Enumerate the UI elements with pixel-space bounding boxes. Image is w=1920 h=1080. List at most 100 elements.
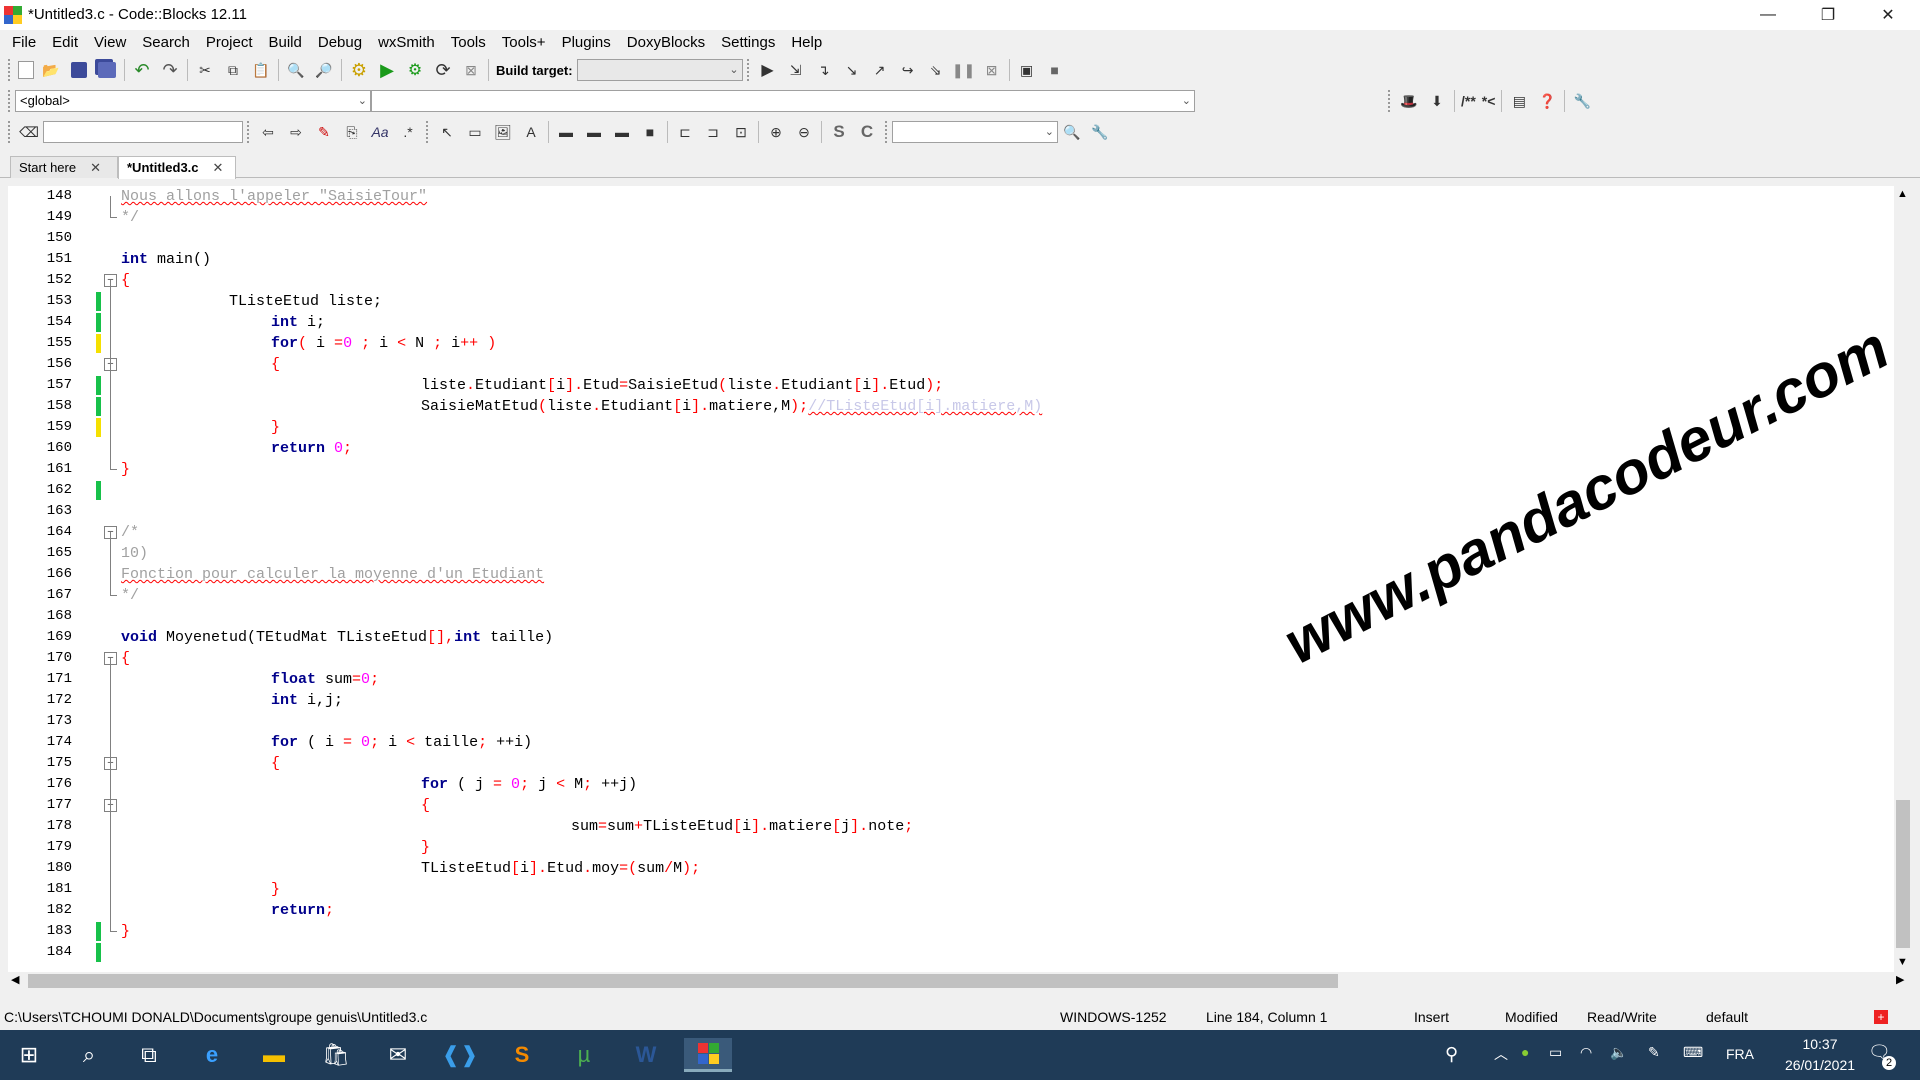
replace-icon[interactable]: 🔎 <box>313 59 335 81</box>
search-go-icon[interactable]: 🔍 <box>1061 121 1083 143</box>
zoom-in-icon[interactable]: ⊕ <box>765 121 787 143</box>
pointer-icon[interactable]: ↖ <box>436 121 458 143</box>
paste-icon[interactable]: 📋 <box>250 59 272 81</box>
new-file-icon[interactable] <box>18 61 34 79</box>
pause-icon[interactable]: ❚❚ <box>952 59 975 81</box>
selected-text-icon[interactable]: ⎘ <box>341 121 363 143</box>
menu-settings[interactable]: Settings <box>713 34 783 51</box>
wxs-button-icon[interactable]: ▬ <box>555 121 577 143</box>
task-view-icon[interactable]: ⧉ <box>132 1038 166 1072</box>
people-icon[interactable]: ⚲ <box>1445 1044 1458 1065</box>
wxs-button3-icon[interactable]: ▬ <box>611 121 633 143</box>
step-into-icon[interactable]: ↘ <box>841 59 863 81</box>
save-icon[interactable] <box>68 59 90 81</box>
build-gear-icon[interactable]: ⚙ <box>348 59 370 81</box>
utorrent-icon[interactable]: µ <box>567 1038 601 1072</box>
vertical-scroll-thumb[interactable] <box>1896 800 1910 948</box>
file-explorer-icon[interactable]: ▬ <box>257 1038 291 1072</box>
stop-debug-icon[interactable]: ⊠ <box>981 59 1003 81</box>
debug-windows-icon[interactable]: ▣ <box>1016 59 1038 81</box>
regex-icon[interactable]: .* <box>397 121 419 143</box>
rebuild-icon[interactable]: ⟳ <box>432 59 454 81</box>
horizontal-scroll-thumb[interactable] <box>28 974 1338 988</box>
menu-build[interactable]: Build <box>261 34 310 51</box>
sublime-icon[interactable]: S <box>505 1038 539 1072</box>
menu-view[interactable]: View <box>86 34 134 51</box>
debug-start-icon[interactable]: ▶ <box>757 59 779 81</box>
run-to-cursor-icon[interactable]: ⇲ <box>785 59 807 81</box>
menu-help[interactable]: Help <box>783 34 830 51</box>
jump-c-button[interactable]: C <box>856 121 878 143</box>
wxs-box-icon[interactable]: ■ <box>639 121 661 143</box>
step-out-icon[interactable]: ↗ <box>869 59 891 81</box>
doxywizard-icon[interactable]: 🎩 <box>1398 90 1420 112</box>
block-comment-button[interactable]: /** <box>1461 90 1476 112</box>
next-instruction-icon[interactable]: ↪ <box>897 59 919 81</box>
menu-search[interactable]: Search <box>134 34 198 51</box>
tray-app-icon[interactable]: ● <box>1521 1044 1529 1060</box>
step-into-instruction-icon[interactable]: ⇘ <box>925 59 947 81</box>
menu-plugins[interactable]: Plugins <box>554 34 619 51</box>
redo-icon[interactable]: ↷ <box>159 59 181 81</box>
highlight-icon[interactable]: ✎ <box>313 121 335 143</box>
horizontal-scrollbar[interactable]: ◀ ▶ <box>8 972 1912 990</box>
match-case-icon[interactable]: Aa <box>369 121 391 143</box>
open-file-icon[interactable]: 📂 <box>40 59 62 81</box>
extract-docs-icon[interactable]: ⬇ <box>1426 90 1448 112</box>
volume-icon[interactable]: 🔈 <box>1610 1044 1627 1061</box>
store-icon[interactable]: 🛍 <box>319 1038 353 1072</box>
undo-icon[interactable]: ↶ <box>131 59 153 81</box>
scroll-left-icon[interactable]: ◀ <box>11 973 19 986</box>
menu-doxyblocks[interactable]: DoxyBlocks <box>619 34 713 51</box>
scope-select[interactable]: <global> ⌄ <box>15 90 371 112</box>
run-icon[interactable]: ▶ <box>376 59 398 81</box>
close-status-icon[interactable]: + <box>1874 1010 1888 1024</box>
scroll-up-icon[interactable]: ▲ <box>1897 188 1908 200</box>
jump-s-button[interactable]: S <box>828 121 850 143</box>
find-icon[interactable]: 🔍 <box>285 59 307 81</box>
line-comment-button[interactable]: *< <box>1482 90 1496 112</box>
search-icon[interactable]: ⌕ <box>72 1038 106 1072</box>
tab-close-icon[interactable]: ✕ <box>213 160 224 175</box>
battery-icon[interactable]: ▭ <box>1549 1044 1562 1061</box>
pen-icon[interactable]: ✎ <box>1648 1044 1660 1061</box>
code-area[interactable]: Nous allons l'appeler "SaisieTour" */ in… <box>121 186 1894 972</box>
cut-icon[interactable]: ✂ <box>194 59 216 81</box>
tab-start-here[interactable]: Start here ✕ <box>10 156 118 178</box>
wxs-panel-icon[interactable]: ▭ <box>464 121 486 143</box>
menu-file[interactable]: File <box>4 34 44 51</box>
codeblocks-taskbar-icon[interactable] <box>684 1038 732 1072</box>
wxs-text-icon[interactable]: A <box>520 121 542 143</box>
scroll-right-icon[interactable]: ▶ <box>1896 973 1904 986</box>
incremental-search-input[interactable] <box>43 121 243 143</box>
menu-debug[interactable]: Debug <box>310 34 370 51</box>
windows-start-icon[interactable]: ⊞ <box>12 1038 46 1072</box>
search-select[interactable]: ⌄ <box>892 121 1058 143</box>
word-icon[interactable]: W <box>629 1038 663 1072</box>
run-html-icon[interactable]: ▤ <box>1508 90 1530 112</box>
code-editor[interactable]: 148 149 150 151 152 153 154 155 156 157 158 159 160 1… <box>8 186 1894 972</box>
zoom-out-icon[interactable]: ⊖ <box>793 121 815 143</box>
doxy-config-icon[interactable]: 🔧 <box>1571 90 1593 112</box>
maximize-button[interactable]: ❐ <box>1800 0 1856 30</box>
menu-wxsmith[interactable]: wxSmith <box>370 34 443 51</box>
wxs-expand-icon[interactable]: ⊏ <box>674 121 696 143</box>
symbol-select[interactable]: ⌄ <box>371 90 1195 112</box>
minimize-button[interactable]: — <box>1740 0 1796 30</box>
close-button[interactable]: ✕ <box>1860 0 1916 30</box>
vertical-scrollbar[interactable]: ▲ ▼ <box>1894 186 1912 972</box>
debug-info-icon[interactable]: ■ <box>1044 59 1066 81</box>
run-chm-icon[interactable]: ❓ <box>1536 90 1558 112</box>
wifi-icon[interactable]: ◠ <box>1580 1044 1592 1061</box>
input-language[interactable]: FRA <box>1726 1046 1754 1062</box>
next-line-icon[interactable]: ↴ <box>813 59 835 81</box>
edge-icon[interactable]: e <box>195 1038 229 1072</box>
wxs-button2-icon[interactable]: ▬ <box>583 121 605 143</box>
clock-time[interactable]: 10:37 <box>1790 1036 1850 1052</box>
wxs-fit-icon[interactable]: ⊡ <box>730 121 752 143</box>
wxs-image-icon[interactable]: 🖼 <box>492 121 514 143</box>
menu-tools[interactable]: Tools <box>443 34 494 51</box>
search-options-icon[interactable]: 🔧 <box>1089 121 1111 143</box>
scroll-down-icon[interactable]: ▼ <box>1897 956 1908 968</box>
clock-date[interactable]: 26/01/2021 <box>1770 1057 1870 1073</box>
